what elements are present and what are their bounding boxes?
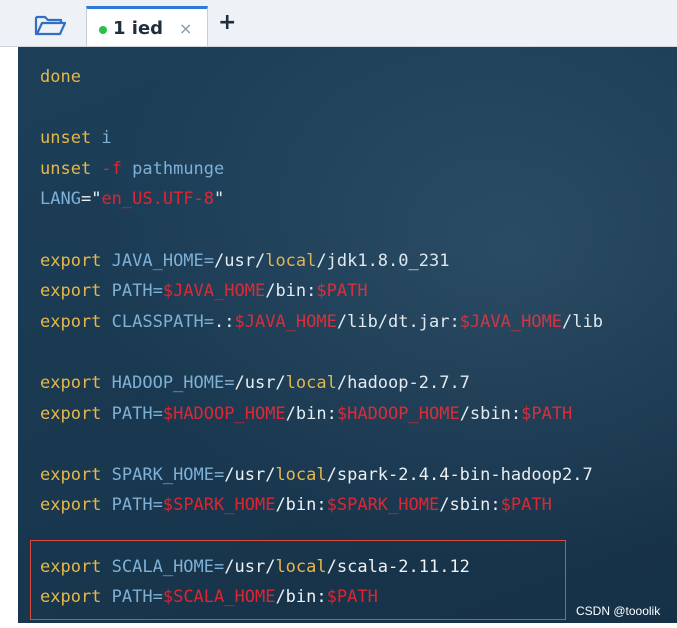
terminal-token: .: [214,311,235,332]
terminal-token: /usr/ [224,464,276,485]
terminal-token: export [40,372,112,393]
terminal-line: unset i [40,123,603,154]
terminal-token: export [40,281,112,302]
new-tab-button[interactable]: + [218,10,236,35]
terminal-token: /bin: [265,281,317,302]
terminal-token: /sbin: [459,403,522,424]
terminal-token: $HADOOP_HOME [162,403,286,424]
connected-dot-icon [99,26,107,34]
terminal-token: export [40,403,112,424]
close-icon[interactable]: × [179,19,192,38]
bottom-edge [0,623,677,628]
terminal-token: local [265,250,317,271]
terminal-token: JAVA_HOME= [111,250,215,271]
terminal-token: $PATH [521,403,573,424]
terminal-line: export SPARK_HOME=/usr/local/spark-2.4.4… [40,460,603,491]
terminal-token: PATH= [111,281,163,302]
terminal-token: unset [40,128,102,149]
terminal-token: HADOOP_HOME= [111,372,235,393]
terminal-line: unset -f pathmunge [40,154,603,185]
terminal-token: export [40,464,112,485]
terminal-token: SPARK_HOME= [111,464,225,485]
terminal-token: =" [80,189,102,210]
terminal-token: /lib [562,311,603,332]
tab-bar: 1 ied × + [0,0,677,47]
terminal-token: $HADOOP_HOME [336,403,460,424]
terminal-token: $JAVA_HOME [234,311,337,332]
terminal-token: /hadoop-2.7.7 [336,372,470,393]
terminal-line: done [40,62,603,93]
terminal-token: $PATH [500,495,552,516]
terminal-lines: done unset i unset -f pathmunge LANG="en_US… [40,62,603,613]
terminal-token: /bin: [275,495,327,516]
terminal-token: PATH= [111,403,163,424]
terminal-token: -f [101,158,122,179]
terminal-token: " [214,189,225,210]
terminal-token: $PATH [316,281,368,302]
terminal-output[interactable]: done unset i unset -f pathmunge LANG="en_US… [18,47,677,623]
terminal-line: export PATH=$SPARK_HOME/bin:$SPARK_HOME/… [40,490,603,521]
terminal-line: export JAVA_HOME=/usr/local/jdk1.8.0_231 [40,246,603,277]
terminal-token: pathmunge [121,158,225,179]
terminal-token: done [40,67,81,87]
terminal-token: $SPARK_HOME [326,495,440,516]
highlight-box [30,540,566,620]
terminal-token: /sbin: [439,495,501,516]
terminal-line: export PATH=$HADOOP_HOME/bin:$HADOOP_HOM… [40,399,603,430]
terminal-token: export [40,495,112,516]
folder-open-icon[interactable] [34,14,66,36]
terminal-line: export PATH=$JAVA_HOME/bin:$PATH [40,276,603,307]
terminal-token: local [275,464,327,485]
terminal-token: i [101,128,112,149]
terminal-token: /bin: [285,403,337,424]
tab-session[interactable]: 1 ied × [86,6,208,46]
terminal-token: CLASSPATH= [111,311,215,332]
terminal-token: LANG [40,189,81,210]
terminal-token: PATH= [111,495,163,516]
terminal-token: /jdk1.8.0_231 [316,250,450,271]
watermark: CSDN @tooolik [576,604,661,618]
tab-label: 1 ied [113,18,164,39]
terminal-token: /lib/dt.jar: [336,311,460,332]
terminal-token: unset [40,158,102,179]
terminal-line: export CLASSPATH=.:$JAVA_HOME/lib/dt.jar… [40,307,603,338]
terminal-line: LANG="en_US.UTF-8" [40,184,603,215]
terminal-token: export [40,311,112,332]
terminal-token: $JAVA_HOME [459,311,563,332]
terminal-token: $JAVA_HOME [162,281,266,302]
terminal-token: /usr/ [214,250,266,271]
terminal-token: en_US.UTF-8 [101,189,215,210]
terminal-token: local [285,372,337,393]
terminal-line: export HADOOP_HOME=/usr/local/hadoop-2.7… [40,368,603,399]
terminal-token: /spark-2.4.4-bin-hadoop2.7 [326,464,593,485]
terminal-token: /usr/ [234,372,286,393]
terminal-token: $SPARK_HOME [162,495,276,516]
terminal-token: export [40,250,112,271]
